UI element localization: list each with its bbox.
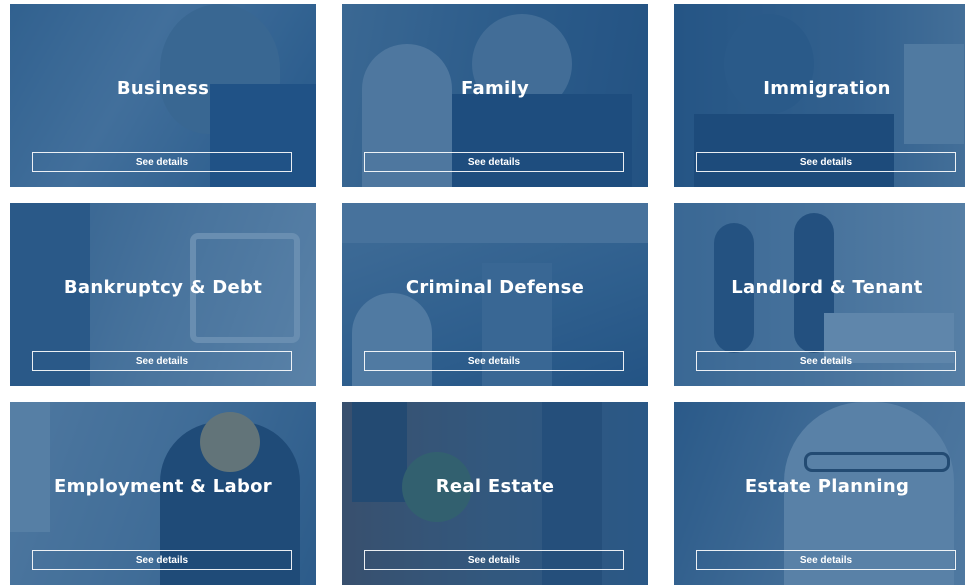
card-immigration[interactable]: Immigration See details (674, 4, 965, 187)
card-title: Employment & Labor (54, 476, 272, 497)
see-details-button[interactable]: See details (32, 550, 292, 570)
card-title: Criminal Defense (405, 277, 585, 298)
card-title: Family (460, 78, 530, 99)
card-estate-planning[interactable]: Estate Planning See details (674, 402, 965, 585)
see-details-button[interactable]: See details (364, 351, 624, 371)
see-details-button[interactable]: See details (364, 550, 624, 570)
card-title: Landlord & Tenant (731, 277, 923, 298)
card-title: Real Estate (435, 476, 555, 497)
card-landlord-tenant[interactable]: Landlord & Tenant See details (674, 203, 965, 386)
card-bankruptcy-debt[interactable]: Bankruptcy & Debt See details (10, 203, 316, 386)
card-business[interactable]: Business See details (10, 4, 316, 187)
card-family[interactable]: Family See details (342, 4, 648, 187)
card-real-estate[interactable]: Real Estate See details (342, 402, 648, 585)
see-details-button[interactable]: See details (364, 152, 624, 172)
see-details-button[interactable]: See details (696, 152, 956, 172)
card-title: Business (116, 78, 210, 99)
see-details-button[interactable]: See details (32, 152, 292, 172)
practice-area-grid: Business See details Family See details … (0, 0, 965, 585)
card-employment-labor[interactable]: Employment & Labor See details (10, 402, 316, 585)
card-title: Estate Planning (744, 476, 910, 497)
see-details-button[interactable]: See details (32, 351, 292, 371)
see-details-button[interactable]: See details (696, 351, 956, 371)
card-title: Bankruptcy & Debt (63, 277, 263, 298)
see-details-button[interactable]: See details (696, 550, 956, 570)
card-criminal-defense[interactable]: Criminal Defense See details (342, 203, 648, 386)
card-title: Immigration (763, 78, 891, 99)
